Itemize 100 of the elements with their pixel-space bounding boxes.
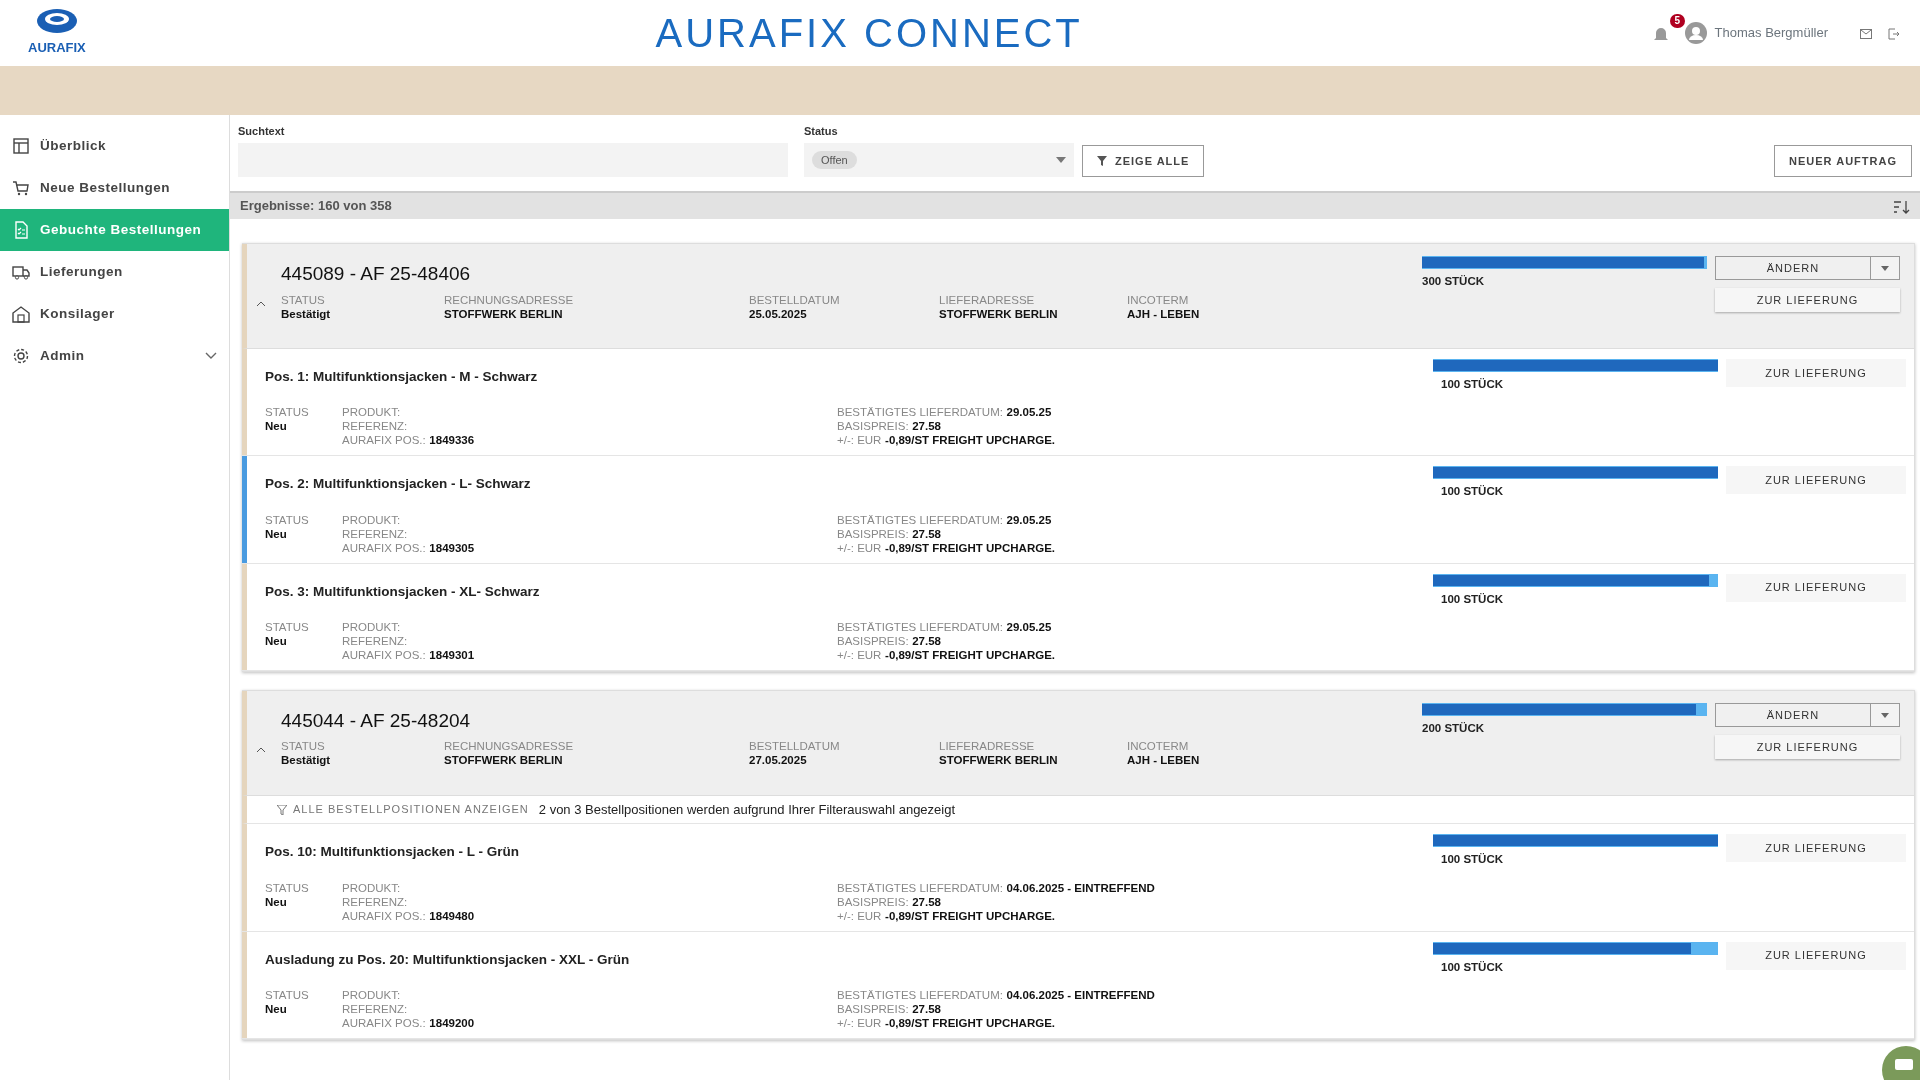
edit-button[interactable]: ÄNDERN: [1715, 256, 1871, 280]
edit-button[interactable]: ÄNDERN: [1715, 702, 1871, 727]
position-title: Pos. 1: Multifunktionsjacken - M - Schwarz: [265, 368, 539, 386]
field-label: AURAFIX POS.:: [342, 909, 426, 922]
caret-down-icon: [1881, 266, 1889, 272]
field-value: 27.58: [912, 895, 941, 908]
field-label: BESTÄTIGTES LIEFERDATUM:: [837, 620, 1003, 633]
field-value: 27.58: [912, 420, 941, 433]
dropdown-button[interactable]: [1871, 702, 1900, 727]
sidebar-item[interactable]: Admin: [0, 335, 229, 377]
field-label: STATUS: [265, 880, 310, 895]
quantity-text: 200 STÜCK: [1422, 720, 1485, 736]
field-label: STATUS: [281, 739, 326, 754]
field-label: PRODUKT:: [342, 406, 401, 419]
position-title: Pos. 2: Multifunktionsjacken - L- Schwarz: [265, 475, 532, 494]
sort-icon: [1894, 199, 1910, 214]
warehouse-icon: [12, 305, 30, 323]
field-label: BESTELLDATUM: [749, 739, 841, 754]
field-value: -0,89/ST FREIGHT UPCHARGE.: [885, 648, 1055, 661]
field-value: 27.58: [912, 527, 941, 540]
field-label: +/-: EUR: [837, 909, 882, 922]
field-value: Neu: [265, 633, 288, 648]
delivery-button[interactable]: ZUR LIEFERUNG: [1715, 288, 1900, 312]
logo-text: AURAFIX: [28, 39, 86, 58]
field-value: STOFFWERK BERLIN: [939, 306, 1059, 321]
field-value: 04.06.2025 - EINTREFFEND: [1006, 988, 1155, 1001]
sidebar-item[interactable]: Konsilager: [0, 293, 229, 335]
sidebar-item[interactable]: Überblick: [0, 125, 229, 167]
filter-icon: [277, 804, 287, 815]
field-label: +/-: EUR: [837, 434, 882, 447]
show-all-button[interactable]: ZEIGE ALLE: [1082, 145, 1205, 177]
user-name[interactable]: Thomas Bergmüller: [1714, 23, 1828, 43]
field-value: 29.05.25: [1006, 406, 1052, 419]
field-value: Neu: [265, 419, 288, 434]
field-label: +/-: EUR: [837, 648, 882, 661]
field-label: REFERENZ:: [342, 1002, 408, 1015]
new-order-button[interactable]: NEUER AUFTRAG: [1774, 145, 1912, 177]
order-title: 445044 - AF 25-48204: [281, 708, 472, 733]
field-label: RECHNUNGSADRESSE: [444, 292, 575, 307]
field-label: LIEFERADRESSE: [939, 292, 1036, 307]
field-value: AJH - LEBEN: [1127, 753, 1201, 768]
avatar-icon: [1684, 22, 1707, 44]
field-value: Bestätigt: [281, 753, 332, 768]
document-icon: [12, 221, 30, 239]
field-value: Neu: [265, 894, 288, 909]
field-value: -0,89/ST FREIGHT UPCHARGE.: [885, 541, 1055, 554]
field-label: BESTÄTIGTES LIEFERDATUM:: [837, 513, 1003, 526]
field-label: REFERENZ:: [342, 895, 408, 908]
field-label: BASISPREIS:: [837, 420, 909, 433]
field-label: PRODUKT:: [342, 881, 401, 894]
gear-icon: [12, 347, 30, 365]
mail-icon: [1860, 28, 1872, 39]
status-select[interactable]: Offen: [804, 143, 1074, 177]
filter-note: 2 von 3 Bestellpositionen werden aufgrund Ihrer Filterauswahl angezeigt: [538, 800, 956, 819]
search-label: Suchtext: [238, 123, 286, 139]
quantity-text: 100 STÜCK: [1440, 484, 1504, 500]
field-value: 29.05.25: [1006, 513, 1052, 526]
field-label: RECHNUNGSADRESSE: [444, 739, 575, 754]
field-value: 04.06.2025 - EINTREFFEND: [1006, 881, 1155, 894]
field-label: BESTELLDATUM: [749, 292, 841, 307]
field-label: AURAFIX POS.:: [342, 1016, 426, 1029]
field-label: BASISPREIS:: [837, 527, 909, 540]
field-label: +/-: EUR: [837, 1016, 882, 1029]
field-value: 29.05.25: [1006, 620, 1052, 633]
delivery-button[interactable]: ZUR LIEFERUNG: [1726, 941, 1906, 970]
field-label: AURAFIX POS.:: [342, 541, 426, 554]
field-label: BASISPREIS:: [837, 634, 909, 647]
field-label: STATUS: [265, 512, 310, 527]
delivery-button[interactable]: ZUR LIEFERUNG: [1715, 734, 1900, 759]
caret-up-icon: [257, 300, 265, 306]
field-label: PRODUKT:: [342, 988, 401, 1001]
field-label: BESTÄTIGTES LIEFERDATUM:: [837, 988, 1003, 1001]
delivery-button[interactable]: ZUR LIEFERUNG: [1726, 466, 1906, 495]
field-value: STOFFWERK BERLIN: [444, 306, 564, 321]
sidebar-item[interactable]: Lieferungen: [0, 251, 229, 293]
delivery-button[interactable]: ZUR LIEFERUNG: [1726, 359, 1906, 387]
quantity-text: 100 STÜCK: [1440, 852, 1504, 868]
sidebar-item[interactable]: Neue Bestellungen: [0, 167, 229, 209]
field-value: 1849305: [429, 541, 475, 554]
field-label: BESTÄTIGTES LIEFERDATUM:: [837, 406, 1003, 419]
order-title: 445089 - AF 25-48406: [281, 262, 472, 286]
quantity-text: 100 STÜCK: [1440, 591, 1504, 607]
position-title: Pos. 3: Multifunktionsjacken - XL- Schwarz: [265, 582, 541, 601]
results-count: Ergebnisse: 160 von 358: [240, 197, 393, 216]
delivery-button[interactable]: ZUR LIEFERUNG: [1726, 573, 1906, 602]
field-value: 27.58: [912, 634, 941, 647]
field-label: +/-: EUR: [837, 541, 882, 554]
dropdown-button[interactable]: [1871, 256, 1900, 280]
show-all-positions-link[interactable]: ALLE BESTELLPOSITIONEN ANZEIGEN: [277, 801, 529, 818]
caret-down-icon: [1056, 157, 1066, 163]
field-label: BASISPREIS:: [837, 895, 909, 908]
field-value: -0,89/ST FREIGHT UPCHARGE.: [885, 1016, 1055, 1029]
field-value: 1849480: [429, 909, 475, 922]
field-value: -0,89/ST FREIGHT UPCHARGE.: [885, 909, 1055, 922]
status-chip: Offen: [812, 150, 857, 170]
field-label: STATUS: [265, 405, 310, 420]
field-label: STATUS: [265, 619, 310, 634]
delivery-button[interactable]: ZUR LIEFERUNG: [1726, 834, 1906, 863]
field-label: BESTÄTIGTES LIEFERDATUM:: [837, 881, 1003, 894]
quantity-text: 300 STÜCK: [1422, 274, 1485, 289]
